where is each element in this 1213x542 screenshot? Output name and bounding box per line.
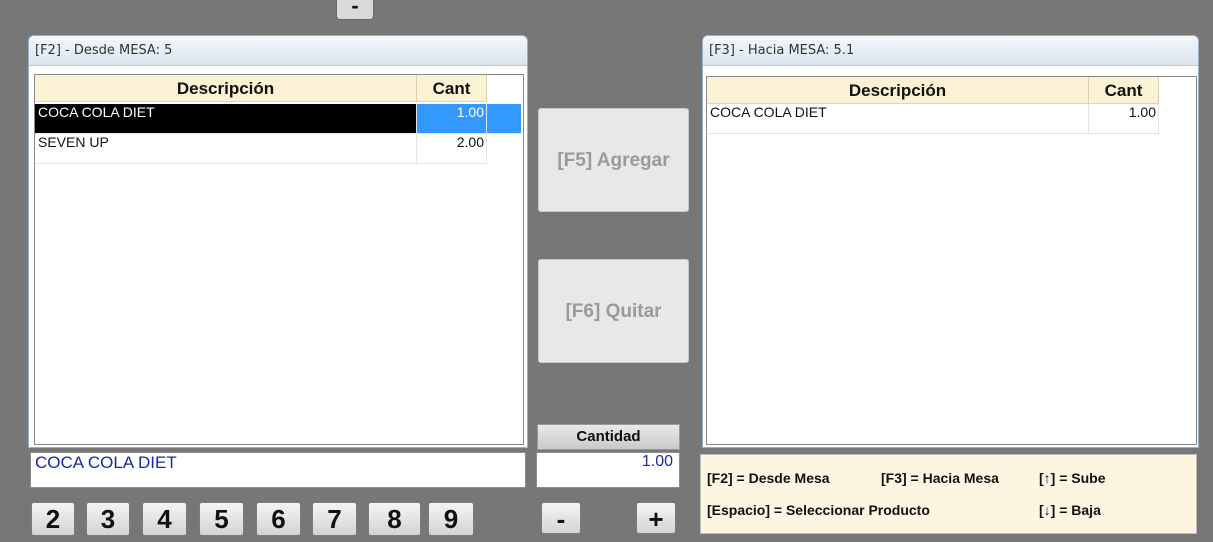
shortcut-space: [Espacio] = Seleccionar Producto: [707, 502, 930, 518]
destination-table-panel: [F3] - Hacia MESA: 5.1 Descripción Cant …: [702, 35, 1199, 448]
row-filler: [487, 104, 521, 134]
table-button-6[interactable]: 6: [256, 502, 301, 536]
quantity-input[interactable]: 1.00: [536, 452, 680, 488]
table-button-9[interactable]: 9: [428, 502, 474, 536]
shortcut-f3: [F3] = Hacia Mesa: [881, 470, 999, 486]
source-panel-title: [F2] - Desde MESA: 5: [29, 36, 527, 66]
item-quantity: 2.00: [417, 134, 487, 164]
quantity-value: 1.00: [641, 453, 673, 470]
add-button[interactable]: [F5] Agregar: [538, 108, 689, 212]
quantity-label: Cantidad: [537, 424, 680, 450]
table-button-4[interactable]: 4: [142, 502, 187, 536]
table-row[interactable]: SEVEN UP 2.00: [35, 134, 521, 164]
table-button-3[interactable]: 3: [86, 502, 130, 536]
shortcut-up: [↑] = Sube: [1039, 470, 1106, 486]
table-button-2[interactable]: 2: [31, 502, 75, 536]
quantity-increase-button[interactable]: +: [636, 502, 676, 534]
table-button-8[interactable]: 8: [368, 502, 421, 536]
source-table-panel: [F2] - Desde MESA: 5 Descripción Cant CO…: [28, 35, 528, 448]
table-button-7[interactable]: 7: [312, 502, 357, 536]
item-description: COCA COLA DIET: [35, 104, 417, 134]
item-description: COCA COLA DIET: [707, 104, 1089, 134]
column-header-description[interactable]: Descripción: [707, 77, 1089, 104]
item-quantity: 1.00: [417, 104, 487, 134]
destination-panel-title: [F3] - Hacia MESA: 5.1: [703, 36, 1198, 66]
quantity-decrease-button[interactable]: -: [541, 502, 581, 534]
table-button-5[interactable]: 5: [199, 502, 244, 536]
column-header-quantity[interactable]: Cant: [417, 75, 487, 102]
table-row[interactable]: COCA COLA DIET 1.00: [35, 104, 521, 134]
item-quantity: 1.00: [1089, 104, 1159, 134]
shortcut-down: [↓] = Baja: [1039, 502, 1101, 518]
selected-product-field[interactable]: COCA COLA DIET: [30, 452, 526, 488]
item-description: SEVEN UP: [35, 134, 417, 164]
keyboard-shortcuts-legend: [F2] = Desde Mesa [F3] = Hacia Mesa [↑] …: [700, 454, 1197, 534]
table-row[interactable]: COCA COLA DIET 1.00: [707, 104, 1159, 134]
selected-product-text: COCA COLA DIET: [35, 453, 177, 472]
top-minus-button[interactable]: -: [336, 0, 374, 20]
source-items-grid[interactable]: Descripción Cant COCA COLA DIET 1.00 SEV…: [34, 74, 524, 445]
remove-button[interactable]: [F6] Quitar: [538, 259, 689, 363]
column-header-quantity[interactable]: Cant: [1089, 77, 1159, 104]
shortcut-f2: [F2] = Desde Mesa: [707, 470, 830, 486]
destination-items-grid[interactable]: Descripción Cant COCA COLA DIET 1.00: [706, 76, 1197, 445]
column-header-description[interactable]: Descripción: [35, 75, 417, 102]
